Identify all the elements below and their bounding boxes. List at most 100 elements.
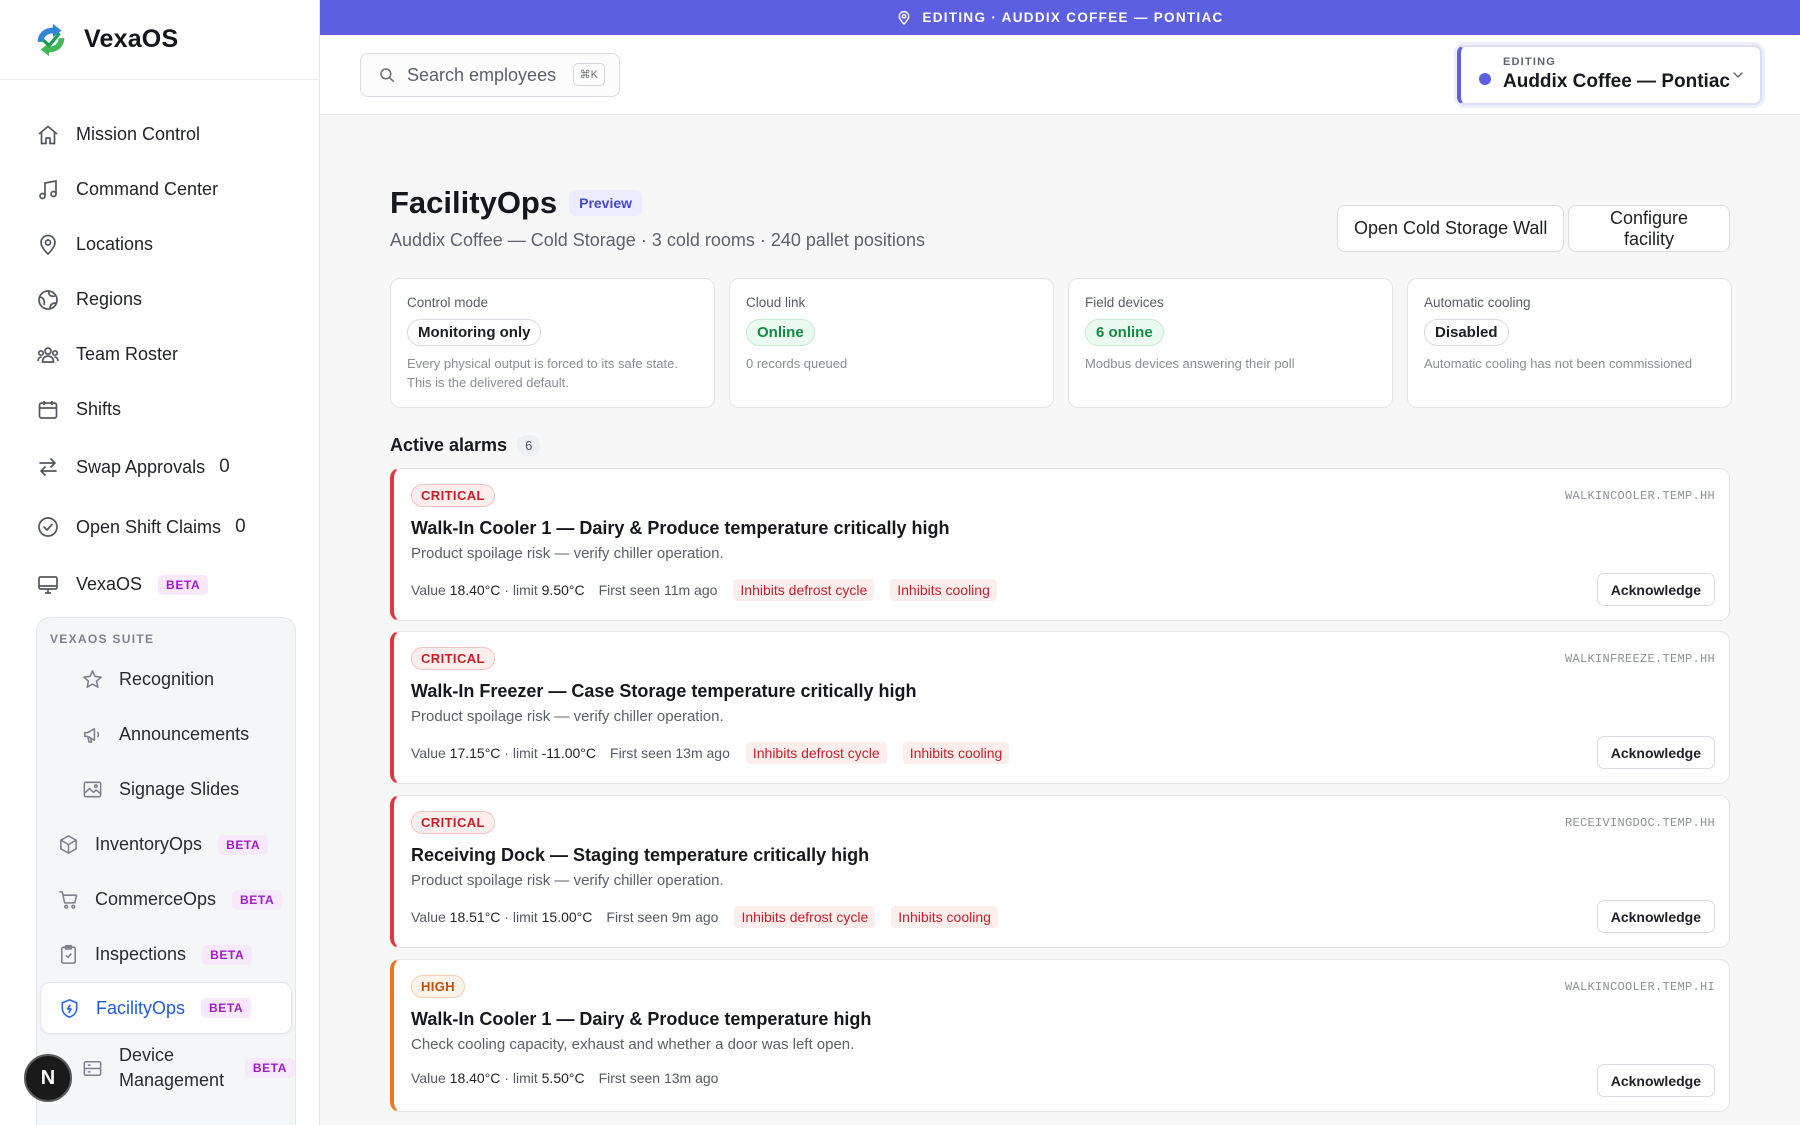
alarm-card: CRITICAL WALKINFREEZE.TEMP.HH Walk-In Fr… [390,631,1730,784]
acknowledge-button[interactable]: Acknowledge [1596,736,1715,769]
alarm-description: Product spoilage risk — verify chiller o… [411,872,724,889]
alarm-title: Walk-In Cooler 1 — Dairy & Produce tempe… [411,518,950,538]
alarm-value: 17.15°C [449,745,501,761]
card-label: Control mode [407,295,489,310]
image-icon [81,778,104,801]
nav-locations[interactable]: Locations [0,217,319,272]
suite-item-signage-slides[interactable]: Signage Slides [37,762,295,817]
users-icon [36,343,60,367]
acknowledge-button[interactable]: Acknowledge [1596,1064,1715,1097]
nav-label: VexaOS [76,574,143,594]
nav-vexaos[interactable]: VexaOS BETA [0,557,319,612]
suite-item-announcements[interactable]: Announcements [37,707,295,762]
brand[interactable]: VexaOS [0,0,319,80]
alarm-value: 18.40°C [449,1070,501,1086]
card-description: 0 records queued [746,356,848,371]
user-avatar[interactable]: N [24,1054,72,1102]
cart-icon [57,888,80,911]
globe-icon [36,288,60,312]
page-subtitle: Auddix Coffee — Cold Storage · 3 cold ro… [390,230,925,250]
alarm-meta: Value 17.15°C · limit -11.00°C First see… [411,742,1023,764]
suite-item-label: Signage Slides [119,779,240,799]
suite-item-label: Recognition [119,669,215,689]
alarm-meta: Value 18.40°C · limit 5.50°C First seen … [411,1070,732,1086]
alarm-meta: Value 18.40°C · limit 9.50°C First seen … [411,579,1011,601]
nav-shifts[interactable]: Shifts [0,382,319,437]
status-card-automatic-cooling: Automatic cooling Disabled Automatic coo… [1407,278,1732,408]
suite-item-commerceops[interactable]: CommerceOps BETA [37,872,295,927]
acknowledge-button[interactable]: Acknowledge [1596,900,1715,933]
nav-label: Team Roster [76,344,179,364]
alarm-limit: -11.00°C [541,745,597,761]
suite-item-label: Device Management [119,1045,225,1090]
beta-badge: BETA [218,834,269,855]
location-switcher-label: EDITING [1503,56,1557,68]
suite-item-inventoryops[interactable]: InventoryOps BETA [37,817,295,872]
configure-facility-button[interactable]: Configure facility [1568,205,1730,252]
status-card-cloud-link: Cloud link Online 0 records queued [729,278,1054,408]
topbar: Search employees ⌘K EDITING Auddix Coffe… [320,35,1800,115]
nav-open-shift-claims[interactable]: Open Shift Claims 0 [0,497,319,557]
alarm-limit: 15.00°C [541,909,593,925]
search-placeholder: Search employees [407,64,557,85]
map-pin-icon [896,10,912,26]
suite-item-device-management[interactable]: Device Management BETA [37,1034,295,1102]
open-cold-storage-wall-button[interactable]: Open Cold Storage Wall [1337,205,1565,252]
value-label: Value [411,909,446,925]
suite-item-label: Announcements [119,724,250,744]
alarm-card: CRITICAL RECEIVINGDOC.TEMP.HH Receiving … [390,795,1730,948]
limit-label: · limit [504,909,538,925]
value-label: Value [411,582,446,598]
card-label: Field devices [1085,295,1164,310]
suite-item-inspections[interactable]: Inspections BETA [37,927,295,982]
nav-label: Mission Control [76,124,201,144]
nav-team-roster[interactable]: Team Roster [0,327,319,382]
alarm-count-badge: 6 [517,435,541,456]
alarm-card: CRITICAL WALKINCOOLER.TEMP.HH Walk-In Co… [390,468,1730,621]
section-title: Active alarms [390,435,508,455]
acknowledge-button[interactable]: Acknowledge [1596,573,1715,606]
severity-badge: CRITICAL [411,811,495,834]
alarm-description: Check cooling capacity, exhaust and whet… [411,1036,855,1053]
server-icon [81,1057,104,1080]
inhibit-tag: Inhibits defrost cycle [733,579,875,601]
status-pill: Monitoring only [407,319,542,346]
nav-label: Locations [76,234,154,254]
nav-label: Regions [76,289,143,309]
banner-text: EDITING · AUDDIX COFFEE — PONTIAC [922,10,1224,25]
alarm-code: WALKINFREEZE.TEMP.HH [1564,652,1715,666]
location-switcher[interactable]: EDITING Auddix Coffee — Pontiac [1457,45,1762,105]
severity-badge: HIGH [411,975,466,998]
nav-command-center[interactable]: Command Center [0,162,319,217]
swap-approvals-count: 0 [219,456,230,477]
inhibit-tag: Inhibits defrost cycle [734,906,876,928]
vexaos-suite-group: VEXAOS SUITE Recognition Announcements S… [36,617,296,1125]
alarm-title: Receiving Dock — Staging temperature cri… [411,845,870,865]
main-nav: Mission Control Command Center Locations… [0,80,319,612]
beta-badge: BETA [244,1058,295,1078]
alarm-meta: Value 18.51°C · limit 15.00°C First seen… [411,906,1012,928]
suite-item-recognition[interactable]: Recognition [37,652,295,707]
alarm-code: RECEIVINGDOC.TEMP.HH [1564,816,1715,830]
first-seen: First seen 13m ago [610,745,730,761]
nav-swap-approvals[interactable]: Swap Approvals 0 [0,437,319,497]
search-input[interactable]: Search employees ⌘K [360,53,620,97]
card-description: Every physical output is forced to its s… [407,356,678,390]
alarm-limit: 5.50°C [541,1070,585,1086]
nav-label: Swap Approvals [76,456,206,477]
alarm-code: WALKINCOOLER.TEMP.HI [1564,980,1715,994]
card-description: Automatic cooling has not been commissio… [1424,356,1693,371]
first-seen: First seen 11m ago [598,582,718,598]
check-circle-icon [36,515,60,539]
limit-label: · limit [504,745,538,761]
clipboard-icon [57,943,80,966]
music-note-icon [36,178,60,202]
inhibit-tag: Inhibits cooling [902,742,1010,764]
nav-mission-control[interactable]: Mission Control [0,107,319,162]
suite-item-facilityops[interactable]: FacilityOps BETA [40,982,292,1034]
box-icon [57,833,80,856]
chevron-down-icon [1730,67,1746,83]
suite-item-label: Inspections [95,944,187,964]
alarm-value: 18.51°C [449,909,501,925]
nav-regions[interactable]: Regions [0,272,319,327]
